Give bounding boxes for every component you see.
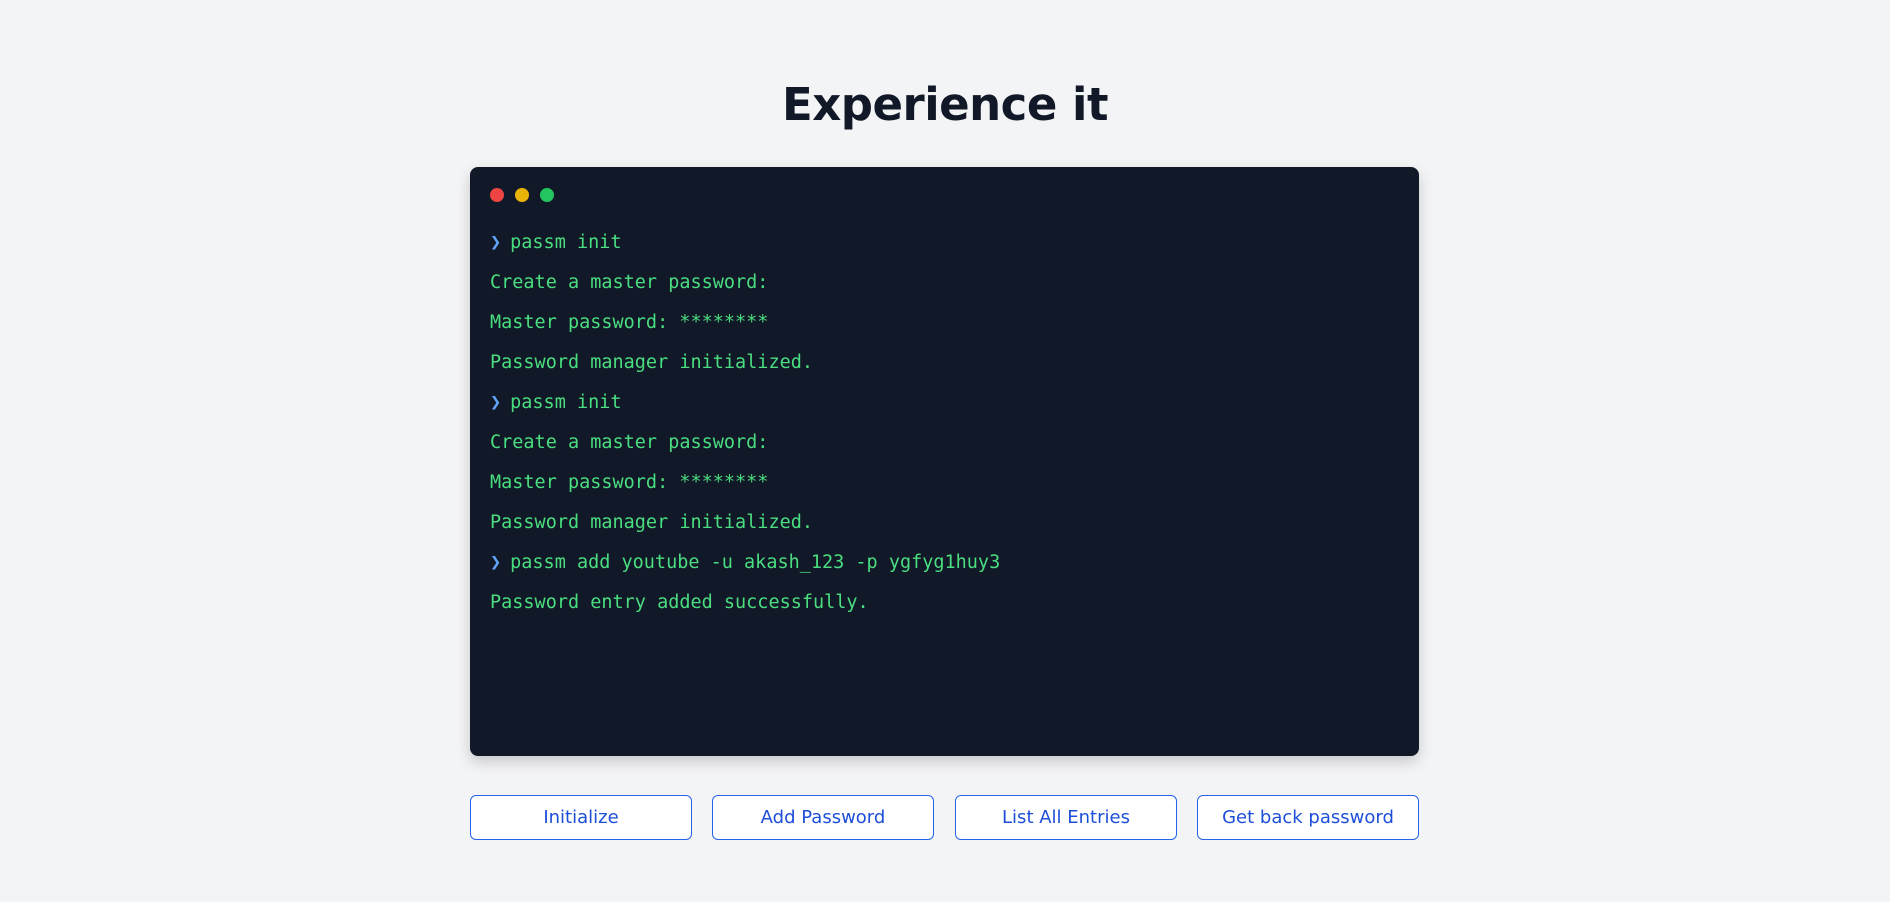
prompt-chevron-icon: ❯ bbox=[490, 232, 502, 253]
terminal-output-line: Password manager initialized. bbox=[490, 503, 1399, 543]
output-text: Password manager initialized. bbox=[490, 352, 814, 373]
maximize-dot-icon bbox=[540, 188, 554, 202]
output-text: Create a master password: bbox=[490, 432, 769, 453]
output-text: Master password: ******** bbox=[490, 472, 769, 493]
prompt-chevron-icon: ❯ bbox=[490, 392, 502, 413]
terminal-output-line: Password manager initialized. bbox=[490, 343, 1399, 383]
terminal-output-line: Create a master password: bbox=[490, 423, 1399, 463]
minimize-dot-icon bbox=[515, 188, 529, 202]
output-text: Password manager initialized. bbox=[490, 512, 814, 533]
add-password-button[interactable]: Add Password bbox=[712, 795, 934, 840]
terminal-command-line: ❯ passm init bbox=[490, 383, 1399, 423]
page-title: Experience it bbox=[782, 78, 1108, 131]
list-all-entries-button[interactable]: List All Entries bbox=[955, 795, 1177, 840]
get-back-password-button[interactable]: Get back password bbox=[1197, 795, 1419, 840]
command-text: passm init bbox=[510, 232, 622, 253]
terminal-output-line: Create a master password: bbox=[490, 263, 1399, 303]
terminal-window: ❯ passm init Create a master password: Mast… bbox=[470, 167, 1419, 756]
close-dot-icon bbox=[490, 188, 504, 202]
prompt-chevron-icon: ❯ bbox=[490, 552, 502, 573]
terminal-command-line: ❯ passm add youtube -u akash_123 -p ygfyg… bbox=[490, 543, 1399, 583]
command-text: passm init bbox=[510, 392, 622, 413]
terminal-output: ❯ passm init Create a master password: Mast… bbox=[490, 223, 1399, 623]
output-text: Password entry added successfully. bbox=[490, 592, 869, 613]
output-text: Master password: ******** bbox=[490, 312, 769, 333]
terminal-output-line: Master password: ******** bbox=[490, 303, 1399, 343]
action-buttons: Initialize Add Password List All Entries Ge… bbox=[470, 795, 1419, 840]
terminal-output-line: Master password: ******** bbox=[490, 463, 1399, 503]
output-text: Create a master password: bbox=[490, 272, 769, 293]
terminal-output-line: Password entry added successfully. bbox=[490, 583, 1399, 623]
initialize-button[interactable]: Initialize bbox=[470, 795, 692, 840]
terminal-command-line: ❯ passm init bbox=[490, 223, 1399, 263]
command-text: passm add youtube -u akash_123 -p ygfyg1… bbox=[510, 552, 1001, 573]
